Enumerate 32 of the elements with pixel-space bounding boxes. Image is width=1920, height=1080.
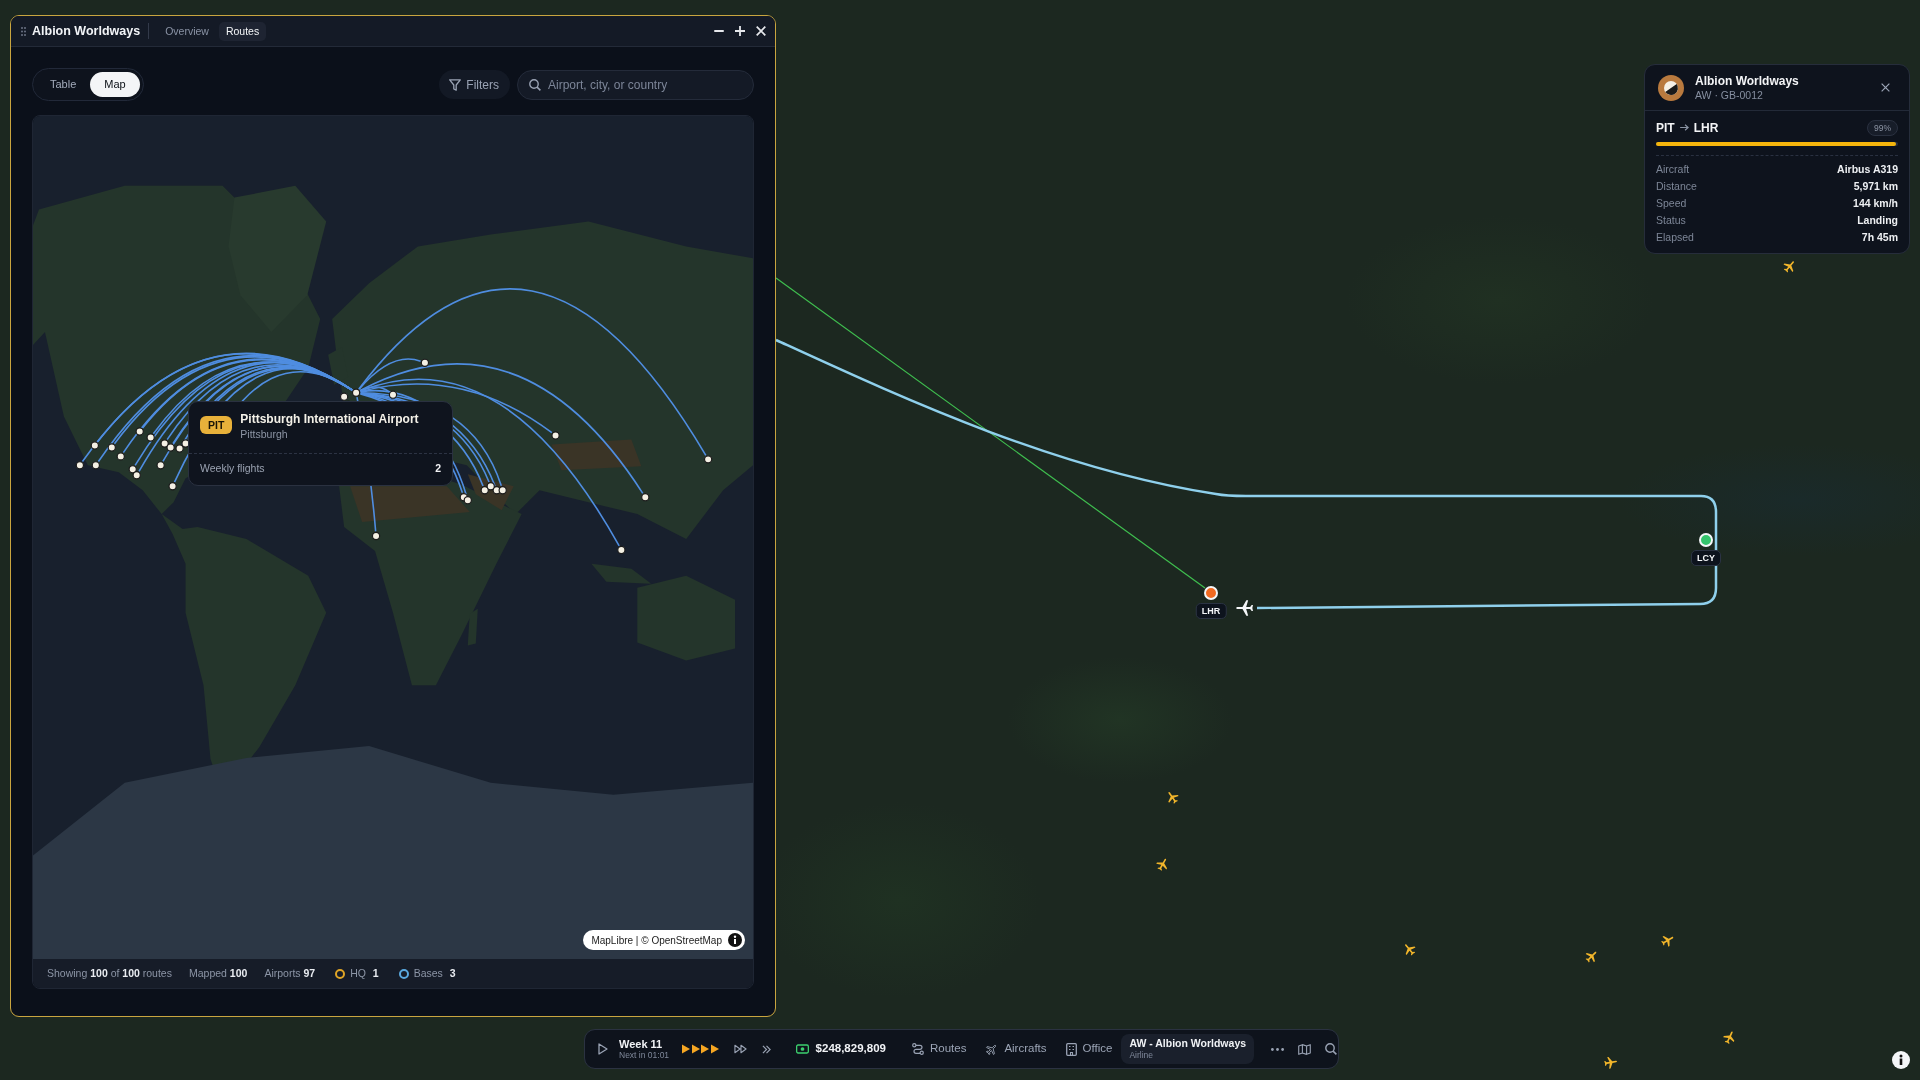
stat-label: Weekly flights — [200, 461, 265, 476]
airport-code-badge: PIT — [200, 416, 233, 434]
route-stat: Airports 97 — [264, 965, 316, 981]
route-origin: PIT — [1656, 119, 1675, 137]
detail-value: Airbus A319 — [1837, 161, 1898, 177]
window-title: Albion Worldways — [32, 22, 141, 40]
airport-code-label: LHR — [1195, 603, 1227, 619]
detail-label: Status — [1656, 212, 1686, 228]
stat-value: 2 — [435, 461, 441, 476]
detail-value: 144 km/h — [1853, 195, 1898, 211]
airline-name: Albion Worldways — [1695, 73, 1799, 89]
detail-label: Elapsed — [1656, 229, 1694, 245]
progress-percent: 99% — [1867, 119, 1898, 136]
detail-value: Landing — [1857, 212, 1898, 228]
aircraft-registration: AW · GB-0012 — [1695, 88, 1764, 102]
week-label: Week 11 — [619, 1037, 664, 1050]
airport-name: Pittsburgh International Airport — [240, 412, 419, 427]
detail-label: Speed — [1656, 195, 1687, 211]
detail-value: 7h 45m — [1861, 229, 1898, 245]
legend-label: HQ 1 — [350, 965, 379, 981]
route-destination: LHR — [1693, 119, 1719, 137]
airport-city: Pittsburgh — [240, 427, 289, 441]
route-stat: Showing 100 of 100 routes — [47, 965, 172, 981]
balance-amount: $248,829,809 — [815, 1041, 886, 1057]
airport-code-label: LCY — [1691, 550, 1721, 566]
route-stat: Mapped 100 — [188, 965, 248, 981]
detail-label: Aircraft — [1656, 161, 1690, 177]
next-turn-label: Next in 01:01 — [619, 1049, 670, 1061]
legend-label: Bases 3 — [413, 965, 456, 981]
detail-value: 5,971 km — [1853, 178, 1898, 194]
detail-label: Distance — [1656, 178, 1697, 194]
attribution-text: MapLibre | © OpenStreetMap — [591, 933, 722, 948]
